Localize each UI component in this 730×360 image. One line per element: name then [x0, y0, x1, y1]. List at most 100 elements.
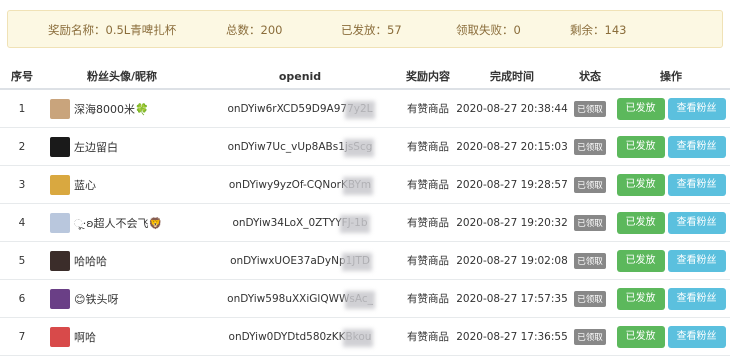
remaining-count: 剩余：143 [570, 23, 627, 37]
fan-cell: 左边留白 [44, 127, 200, 166]
status-badge: 已领取 [574, 214, 606, 231]
table-row: 3 蓝心 onDYiwy9yzOf-CQNorKBYm 有赞商品 2020-08-27 … [0, 165, 730, 204]
sent-button[interactable]: 已发放 [616, 287, 665, 310]
row-index: 6 [0, 279, 44, 318]
status-badge: 已领取 [574, 176, 606, 193]
sent-button[interactable]: 已发放 [616, 211, 665, 234]
status-badge: 已领取 [574, 138, 606, 155]
fan-avatar[interactable] [50, 288, 70, 309]
fan-avatar[interactable] [50, 136, 70, 157]
col-header-actions: 操作 [612, 64, 730, 90]
reward-records-table: 序号 粉丝头像/昵称 openid 奖励内容 完成时间 状态 操作 1 深海800… [0, 64, 730, 356]
sent-count: 已发放：57 [341, 23, 402, 37]
col-header-index: 序号 [0, 64, 44, 90]
reward-content: 有赞商品 [400, 241, 456, 280]
fan-cell: 啊哈 [44, 317, 200, 356]
fan-avatar[interactable] [50, 98, 70, 119]
status-cell: 已领取 [568, 165, 612, 204]
table-header-row: 序号 粉丝头像/昵称 openid 奖励内容 完成时间 状态 操作 [0, 64, 730, 90]
completion-time: 2020-08-27 17:57:35 [456, 279, 568, 318]
table-row: 5 哈哈哈 onDYiwxUOE37aDyNp1JTD 有赞商品 2020-08-27 … [0, 241, 730, 280]
sent-button[interactable]: 已发放 [616, 249, 665, 272]
view-fan-button[interactable]: 查看粉丝 [667, 97, 726, 120]
row-index: 1 [0, 89, 44, 128]
fan-nickname: 深海8000米🍀 [74, 102, 149, 116]
sent-button[interactable]: 已发放 [616, 173, 665, 196]
fan-avatar[interactable] [50, 326, 70, 347]
fan-nickname: 啊哈 [74, 330, 96, 344]
sent-button[interactable]: 已发放 [616, 97, 665, 120]
status-badge: 已领取 [574, 100, 606, 117]
row-index: 3 [0, 165, 44, 204]
row-index: 2 [0, 127, 44, 166]
openid-cell: onDYiw7Uc_vUp8ABs1jsScg [200, 127, 400, 166]
reward-content: 有赞商品 [400, 165, 456, 204]
completion-time: 2020-08-27 19:02:08 [456, 241, 568, 280]
openid-redaction-blur [344, 100, 375, 119]
status-badge: 已领取 [574, 252, 606, 269]
completion-time: 2020-08-27 17:36:55 [456, 317, 568, 356]
completion-time: 2020-08-27 20:38:44 [456, 89, 568, 128]
col-header-fan: 粉丝头像/昵称 [44, 64, 200, 90]
reward-summary-bar: 奖励名称：0.5L青啤扎杯 总数：200 已发放：57 领取失败：0 剩余：14… [7, 10, 723, 48]
table-row: 1 深海8000米🍀 onDYiw6rXCD59D9A977y2L 有赞商品 2020-… [0, 89, 730, 128]
sent-button[interactable]: 已发放 [616, 325, 665, 348]
sent-button[interactable]: 已发放 [616, 135, 665, 158]
actions-cell: 已发放 查看粉丝 [612, 279, 730, 318]
status-cell: 已领取 [568, 89, 612, 128]
table-row: 2 左边留白 onDYiw7Uc_vUp8ABs1jsScg 有赞商品 2020-08-… [0, 127, 730, 166]
view-fan-button[interactable]: 查看粉丝 [667, 249, 726, 272]
reward-content: 有赞商品 [400, 279, 456, 318]
fan-cell: 蓝心 [44, 165, 200, 204]
col-header-openid: openid [200, 64, 400, 90]
openid-redaction-blur [344, 138, 375, 157]
table-row: 7 啊哈 onDYiw0DYDtd580zKKBkou 有赞商品 2020-08-27 … [0, 317, 730, 356]
fan-cell: 深海8000米🍀 [44, 89, 200, 128]
view-fan-button[interactable]: 查看粉丝 [667, 287, 726, 310]
actions-cell: 已发放 查看粉丝 [612, 127, 730, 166]
view-fan-button[interactable]: 查看粉丝 [667, 211, 726, 234]
view-fan-button[interactable]: 查看粉丝 [667, 135, 726, 158]
status-cell: 已领取 [568, 203, 612, 242]
actions-cell: 已发放 查看粉丝 [612, 203, 730, 242]
reward-content: 有赞商品 [400, 89, 456, 128]
fan-nickname: 蓝心 [74, 178, 96, 192]
openid-redaction-blur [343, 176, 374, 195]
row-index: 5 [0, 241, 44, 280]
fan-cell: ૂ·ʚ超人不会飞🦁 [44, 203, 200, 242]
openid-cell: onDYiw598uXXiGlQWWsAc_ [200, 279, 400, 318]
fan-avatar[interactable] [50, 212, 70, 233]
reward-content: 有赞商品 [400, 203, 456, 242]
openid-redaction-blur [344, 290, 375, 309]
actions-cell: 已发放 查看粉丝 [612, 317, 730, 356]
row-index: 4 [0, 203, 44, 242]
fan-avatar[interactable] [50, 250, 70, 271]
actions-cell: 已发放 查看粉丝 [612, 165, 730, 204]
failed-count: 领取失败：0 [456, 23, 521, 37]
reward-name: 奖励名称：0.5L青啤扎杯 [48, 23, 177, 37]
openid-cell: onDYiwxUOE37aDyNp1JTD [200, 241, 400, 280]
status-cell: 已领取 [568, 317, 612, 356]
fan-nickname: 哈哈哈 [74, 254, 107, 268]
view-fan-button[interactable]: 查看粉丝 [667, 173, 726, 196]
fan-nickname: 😊铁头呀 [74, 292, 119, 306]
col-header-status: 状态 [568, 64, 612, 90]
openid-cell: onDYiw34LoX_0ZTYYFJ-1b [200, 203, 400, 242]
fan-nickname: ૂ·ʚ超人不会飞🦁 [74, 216, 163, 230]
fan-cell: 哈哈哈 [44, 241, 200, 280]
row-index: 7 [0, 317, 44, 356]
fan-avatar[interactable] [50, 174, 70, 195]
openid-cell: onDYiw0DYDtd580zKKBkou [200, 317, 400, 356]
col-header-reward: 奖励内容 [400, 64, 456, 90]
openid-redaction-blur [339, 214, 370, 233]
actions-cell: 已发放 查看粉丝 [612, 89, 730, 128]
status-cell: 已领取 [568, 241, 612, 280]
fan-cell: 😊铁头呀 [44, 279, 200, 318]
reward-content: 有赞商品 [400, 127, 456, 166]
completion-time: 2020-08-27 20:15:03 [456, 127, 568, 166]
openid-redaction-blur [343, 328, 374, 347]
status-cell: 已领取 [568, 127, 612, 166]
view-fan-button[interactable]: 查看粉丝 [667, 325, 726, 348]
openid-cell: onDYiw6rXCD59D9A977y2L [200, 89, 400, 128]
col-header-time: 完成时间 [456, 64, 568, 90]
